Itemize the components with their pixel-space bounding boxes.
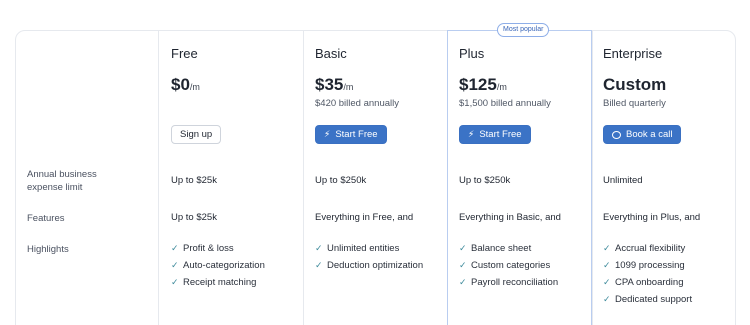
list-item: ✓ Accrual flexibility — [603, 243, 686, 254]
billing-note-basic: $420 billed annually — [315, 98, 399, 109]
price-enterprise: Custom — [603, 75, 667, 94]
plan-name-plus: Plus — [459, 46, 485, 61]
check-icon: ✓ — [171, 260, 179, 270]
row-label-expense-limit: Annual business expense limit — [27, 169, 97, 193]
list-item: ✓ Custom categories — [459, 260, 551, 271]
list-item: ✓ Auto-categorization — [171, 260, 265, 271]
features-basic: Everything in Free, and — [315, 212, 414, 223]
button-label: Sign up — [180, 129, 213, 140]
check-icon: ✓ — [315, 260, 323, 270]
expense-limit-free: Up to $25k — [171, 175, 217, 186]
check-icon: ✓ — [603, 243, 611, 253]
button-label: Start Free — [479, 129, 522, 140]
button-label: Book a call — [626, 129, 673, 140]
start-free-button-basic[interactable]: ⚡︎ Start Free — [315, 125, 387, 144]
chat-bubble-icon — [612, 130, 621, 139]
check-icon: ✓ — [315, 243, 323, 253]
row-label-features: Features — [27, 213, 65, 224]
plan-name-basic: Basic — [315, 46, 347, 61]
most-popular-badge: Most popular — [497, 23, 550, 37]
list-item: ✓ Profit & loss — [171, 243, 234, 254]
billing-note-enterprise: Billed quarterly — [603, 98, 666, 109]
bolt-icon: ⚡︎ — [468, 129, 475, 139]
sign-up-button[interactable]: Sign up — [171, 125, 222, 144]
check-icon: ✓ — [459, 277, 467, 287]
price-plus: $125/m — [459, 75, 507, 94]
expense-limit-enterprise: Unlimited — [603, 175, 643, 186]
button-label: Start Free — [335, 129, 378, 140]
list-item: ✓ Dedicated support — [603, 294, 693, 305]
list-item: ✓ Deduction optimization — [315, 260, 424, 271]
check-icon: ✓ — [603, 294, 611, 304]
list-item: ✓ Balance sheet — [459, 243, 532, 254]
list-item: ✓ 1099 processing — [603, 260, 685, 271]
billing-note-plus: $1,500 billed annually — [459, 98, 551, 109]
features-plus: Everything in Basic, and — [459, 212, 561, 223]
check-icon: ✓ — [459, 243, 467, 253]
check-icon: ✓ — [603, 260, 611, 270]
row-label-highlights: Highlights — [27, 244, 69, 255]
expense-limit-basic: Up to $250k — [315, 175, 367, 186]
column-divider — [592, 30, 593, 325]
book-a-call-button[interactable]: Book a call — [603, 125, 682, 144]
list-item: ✓ Unlimited entities — [315, 243, 400, 254]
expense-limit-plus: Up to $250k — [459, 175, 511, 186]
check-icon: ✓ — [603, 277, 611, 287]
price-free: $0/m — [171, 75, 200, 94]
check-icon: ✓ — [171, 277, 179, 287]
plan-name-free: Free — [171, 46, 198, 61]
price-basic: $35/m — [315, 75, 354, 94]
list-item: ✓ Payroll reconciliation — [459, 277, 559, 288]
bolt-icon: ⚡︎ — [324, 129, 331, 139]
column-divider — [303, 30, 304, 325]
plan-name-enterprise: Enterprise — [603, 46, 663, 61]
features-enterprise: Everything in Plus, and — [603, 212, 701, 223]
check-icon: ✓ — [459, 260, 467, 270]
column-divider — [158, 30, 159, 325]
start-free-button-plus[interactable]: ⚡︎ Start Free — [459, 125, 531, 144]
features-free: Up to $25k — [171, 212, 217, 223]
check-icon: ✓ — [171, 243, 179, 253]
list-item: ✓ CPA onboarding — [603, 277, 684, 288]
list-item: ✓ Receipt matching — [171, 277, 257, 288]
